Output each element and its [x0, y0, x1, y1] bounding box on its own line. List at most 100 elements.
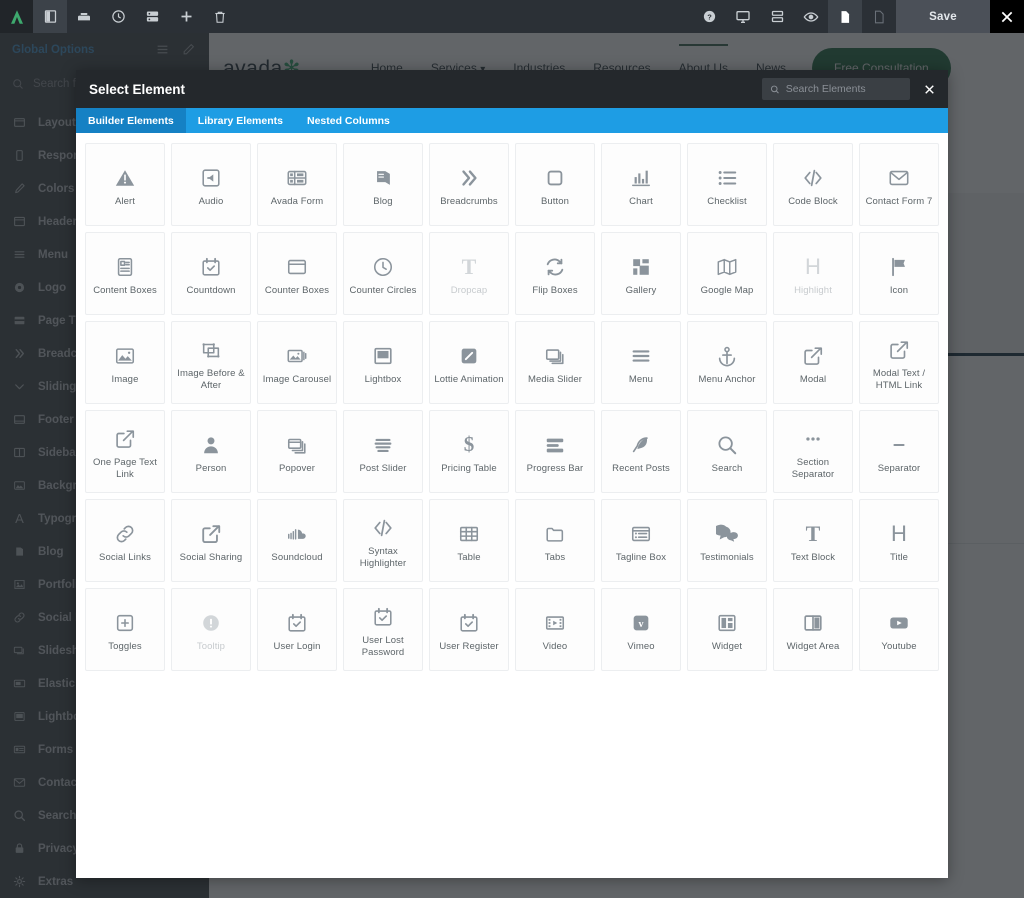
element-card-content-boxes[interactable]: Content Boxes [85, 232, 165, 315]
element-card-widget-area[interactable]: Widget Area [773, 588, 853, 671]
element-card-modal-text-html-link[interactable]: Modal Text / HTML Link [859, 321, 939, 404]
element-card-label: Widget Area [786, 640, 840, 652]
element-card-lottie-animation[interactable]: Lottie Animation [429, 321, 509, 404]
element-card-image-before-after[interactable]: Image Before & After [171, 321, 251, 404]
element-card-youtube[interactable]: Youtube [859, 588, 939, 671]
element-card-gallery[interactable]: Gallery [601, 232, 681, 315]
element-card-user-register[interactable]: User Register [429, 588, 509, 671]
element-card-video[interactable]: Video [515, 588, 595, 671]
element-card-blog[interactable]: Blog [343, 143, 423, 226]
element-card-breadcrumbs[interactable]: Breadcrumbs [429, 143, 509, 226]
element-card-code-block[interactable]: Code Block [773, 143, 853, 226]
element-card-tagline-box[interactable]: Tagline Box [601, 499, 681, 582]
clock-icon[interactable] [101, 0, 135, 33]
letter-t-icon: T [461, 253, 477, 279]
element-card-checklist[interactable]: Checklist [687, 143, 767, 226]
element-card-progress-bar[interactable]: Progress Bar [515, 410, 595, 493]
plus-square-icon [114, 607, 136, 639]
modal-close-button[interactable] [910, 70, 948, 108]
file-filled-icon[interactable] [828, 0, 862, 33]
trash-icon[interactable] [203, 0, 237, 33]
element-card-label: Audio [198, 195, 224, 207]
element-search-field[interactable] [762, 78, 910, 100]
progress-bar-icon [544, 429, 566, 461]
avada-logo-icon[interactable] [0, 0, 33, 33]
element-card-lightbox[interactable]: Lightbox [343, 321, 423, 404]
element-card-soundcloud[interactable]: Soundcloud [257, 499, 337, 582]
element-card-label: Vimeo [627, 640, 655, 652]
element-card-label: Countdown [186, 284, 236, 296]
element-card-separator[interactable]: Separator [859, 410, 939, 493]
eye-icon[interactable] [794, 0, 828, 33]
element-card-title[interactable]: H Title [859, 499, 939, 582]
menu-bars-icon [630, 340, 652, 372]
file-outline-icon[interactable] [862, 0, 896, 33]
element-card-social-sharing[interactable]: Social Sharing [171, 499, 251, 582]
save-button[interactable]: Save [896, 0, 990, 33]
element-card-flip-boxes[interactable]: Flip Boxes [515, 232, 595, 315]
element-card-button[interactable]: Button [515, 143, 595, 226]
youtube-icon [888, 607, 910, 639]
tab-nested-columns[interactable]: Nested Columns [295, 108, 402, 133]
element-card-recent-posts[interactable]: Recent Posts [601, 410, 681, 493]
element-card-counter-circles[interactable]: Counter Circles [343, 232, 423, 315]
element-card-table[interactable]: Table [429, 499, 509, 582]
element-card-counter-boxes[interactable]: Counter Boxes [257, 232, 337, 315]
search-input[interactable] [785, 83, 902, 95]
monitor-icon[interactable] [726, 0, 760, 33]
question-circle-icon[interactable]: ? [692, 0, 726, 33]
element-card-image[interactable]: Image [85, 321, 165, 404]
element-card-icon[interactable]: Icon [859, 232, 939, 315]
element-card-avada-form[interactable]: Avada Form [257, 143, 337, 226]
element-card-person[interactable]: Person [171, 410, 251, 493]
element-card-pricing-table[interactable]: $ Pricing Table [429, 410, 509, 493]
film-icon [544, 607, 566, 639]
plus-icon[interactable] [169, 0, 203, 33]
dots-icon [802, 423, 824, 455]
tab-builder-elements[interactable]: Builder Elements [76, 108, 186, 133]
element-card-social-links[interactable]: Social Links [85, 499, 165, 582]
rows-icon[interactable] [760, 0, 794, 33]
element-card-one-page-text-link[interactable]: One Page Text Link [85, 410, 165, 493]
element-card-media-slider[interactable]: Media Slider [515, 321, 595, 404]
element-card-text-block[interactable]: T Text Block [773, 499, 853, 582]
element-card-menu[interactable]: Menu [601, 321, 681, 404]
element-card-alert[interactable]: Alert [85, 143, 165, 226]
clock-icon [372, 251, 394, 283]
element-card-audio[interactable]: Audio [171, 143, 251, 226]
element-card-user-lost-password[interactable]: User Lost Password [343, 588, 423, 671]
element-card-google-map[interactable]: Google Map [687, 232, 767, 315]
element-card-modal[interactable]: Modal [773, 321, 853, 404]
layers-icon[interactable] [135, 0, 169, 33]
gallery-grid-icon [630, 251, 652, 283]
element-card-user-login[interactable]: User Login [257, 588, 337, 671]
calendar-check-icon [200, 251, 222, 283]
element-card-syntax-highlighter[interactable]: Syntax Highlighter [343, 499, 423, 582]
element-card-post-slider[interactable]: Post Slider [343, 410, 423, 493]
element-card-image-carousel[interactable]: Image Carousel [257, 321, 337, 404]
element-card-label: Menu Anchor [698, 373, 756, 385]
library-icon[interactable] [67, 0, 101, 33]
element-card-countdown[interactable]: Countdown [171, 232, 251, 315]
element-card-popover[interactable]: Popover [257, 410, 337, 493]
sidebar-toggle-button[interactable] [33, 0, 67, 33]
element-card-label: Google Map [700, 284, 754, 296]
element-card-search[interactable]: Search [687, 410, 767, 493]
tab-library-elements[interactable]: Library Elements [186, 108, 295, 133]
element-card-tabs[interactable]: Tabs [515, 499, 595, 582]
media-slider-icon [544, 340, 566, 372]
element-card-chart[interactable]: Chart [601, 143, 681, 226]
element-card-widget[interactable]: Widget [687, 588, 767, 671]
element-card-testimonials[interactable]: Testimonials [687, 499, 767, 582]
feather-icon [630, 429, 652, 461]
element-card-dropcap: T Dropcap [429, 232, 509, 315]
element-card-menu-anchor[interactable]: Menu Anchor [687, 321, 767, 404]
element-card-section-separator[interactable]: Section Separator [773, 410, 853, 493]
close-builder-button[interactable] [990, 0, 1024, 33]
element-card-toggles[interactable]: Toggles [85, 588, 165, 671]
element-card-label: Tabs [544, 551, 566, 563]
element-card-label: Soundcloud [271, 551, 323, 563]
element-card-label: Tagline Box [615, 551, 667, 563]
element-card-contact-form-7[interactable]: Contact Form 7 [859, 143, 939, 226]
element-card-vimeo[interactable]: v Vimeo [601, 588, 681, 671]
